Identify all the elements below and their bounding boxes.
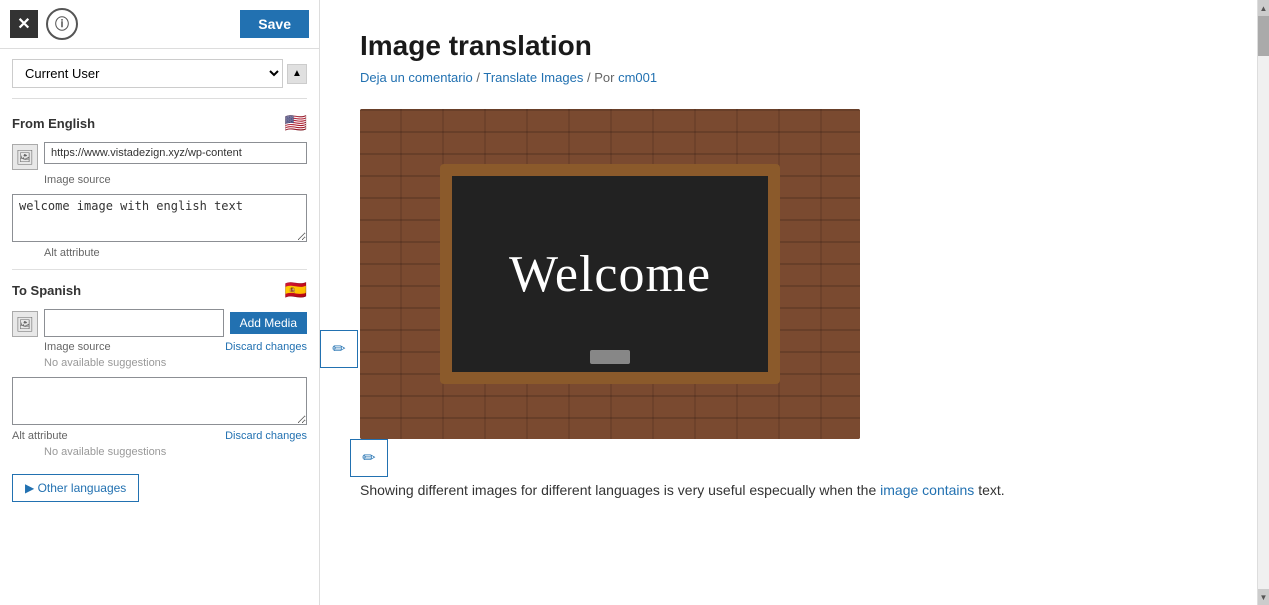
meta-sep1: / xyxy=(476,70,480,85)
user-select-row: Current User ▲ xyxy=(12,59,307,99)
panel-scroll: Current User ▲ From English 🇺🇸 🖼 Image s… xyxy=(0,49,319,605)
from-image-source-label: Image source xyxy=(44,174,307,186)
section-separator xyxy=(12,269,307,270)
save-button[interactable]: Save xyxy=(240,10,309,38)
description-text: Showing different images for different l… xyxy=(360,482,876,498)
discard-alt-link[interactable]: Discard changes xyxy=(225,430,307,442)
article-meta: Deja un comentario / Translate Images / … xyxy=(360,70,860,85)
meta-category-link[interactable]: Translate Images xyxy=(483,70,583,85)
chalkboard: Welcome xyxy=(440,164,780,384)
meta-comment-link[interactable]: Deja un comentario xyxy=(360,70,473,85)
to-image-source-label: Image source xyxy=(44,341,111,353)
article-description: Showing different images for different l… xyxy=(360,479,1217,501)
spanish-flag: 🇪🇸 xyxy=(285,280,307,301)
to-alt-textarea[interactable] xyxy=(12,377,307,425)
from-image-field-row: 🖼 xyxy=(12,142,307,170)
from-image-icon: 🖼 xyxy=(12,144,38,170)
from-alt-textarea[interactable]: welcome image with english text xyxy=(12,194,307,242)
chalk-welcome-text: Welcome xyxy=(509,245,711,304)
scrollbar-thumb[interactable] xyxy=(1258,16,1269,56)
from-alt-label: Alt attribute xyxy=(44,247,307,259)
chalk-eraser xyxy=(590,350,630,364)
from-section-header: From English 🇺🇸 xyxy=(12,113,307,134)
info-button[interactable]: ⓘ xyxy=(46,8,78,40)
user-select[interactable]: Current User xyxy=(12,59,283,88)
description-link[interactable]: image contains xyxy=(880,482,974,498)
right-panel: Image translation Deja un comentario / T… xyxy=(320,0,1257,605)
scrollbar-track xyxy=(1258,16,1269,589)
to-section-header: To Spanish 🇪🇸 xyxy=(12,280,307,301)
to-image-field-row: 🖼 Add Media xyxy=(12,309,307,337)
from-section-title: From English xyxy=(12,116,95,131)
edit-pencil-button[interactable]: ✏ xyxy=(320,330,358,368)
to-section-title: To Spanish xyxy=(12,283,81,298)
meta-author-prefix: Por xyxy=(594,70,614,85)
welcome-image: Welcome xyxy=(360,109,860,439)
to-image-url-input[interactable] xyxy=(44,309,224,337)
scroll-up-button[interactable]: ▲ xyxy=(287,64,307,84)
left-panel: ✕ ⓘ Save Current User ▲ From English 🇺🇸 … xyxy=(0,0,320,605)
pencil-edit-button[interactable]: ✏ xyxy=(350,439,388,477)
alt-suggestions-text: No available suggestions xyxy=(44,446,307,458)
discard-image-link[interactable]: Discard changes xyxy=(225,341,307,353)
image-suggestions-text: No available suggestions xyxy=(44,357,307,369)
to-alt-label: Alt attribute xyxy=(12,430,68,442)
add-media-button[interactable]: Add Media xyxy=(230,312,307,334)
meta-author-link[interactable]: cm001 xyxy=(618,70,657,85)
description-end: text. xyxy=(978,482,1004,498)
right-scrollbar: ▲ ▼ xyxy=(1257,0,1269,605)
article-title: Image translation xyxy=(360,30,860,62)
english-flag: 🇺🇸 xyxy=(285,113,307,134)
other-languages-button[interactable]: ▶ Other languages xyxy=(12,474,139,502)
close-button[interactable]: ✕ xyxy=(10,10,38,38)
from-image-url-input[interactable] xyxy=(44,142,307,164)
to-section: To Spanish 🇪🇸 🖼 Add Media Image source D… xyxy=(12,280,307,502)
scrollbar-up-arrow[interactable]: ▲ xyxy=(1258,0,1269,16)
top-bar: ✕ ⓘ Save xyxy=(0,0,319,49)
to-image-icon: 🖼 xyxy=(12,311,38,337)
scrollbar-down-arrow[interactable]: ▼ xyxy=(1258,589,1269,605)
meta-sep2: / xyxy=(587,70,591,85)
